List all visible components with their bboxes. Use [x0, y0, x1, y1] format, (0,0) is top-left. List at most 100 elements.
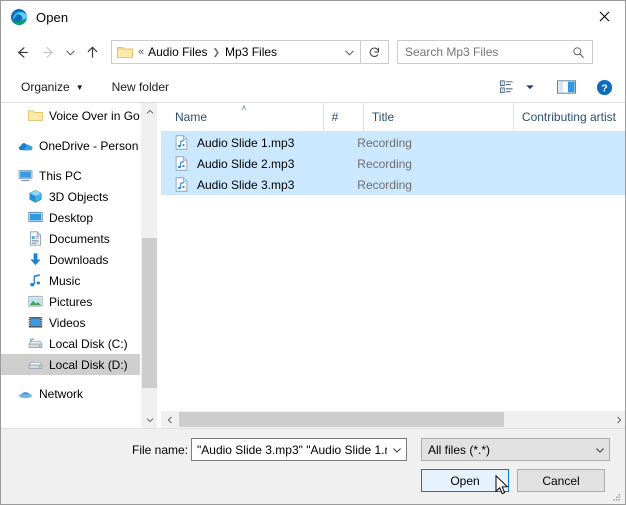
- sort-ascending-icon: ∧: [241, 103, 247, 112]
- command-bar: Organize ▼ New folder ?: [1, 71, 625, 103]
- scrollbar-left-arrow-icon[interactable]: [161, 411, 178, 428]
- scrollbar-thumb[interactable]: [179, 412, 504, 427]
- address-bar[interactable]: « Audio Files ❯ Mp3 Files: [111, 40, 361, 64]
- file-name-cell: Audio Slide 1.mp3: [197, 135, 295, 150]
- sidebar-item-onedrive[interactable]: OneDrive - Person: [1, 135, 140, 156]
- organize-button[interactable]: Organize ▼: [15, 76, 90, 98]
- sidebar-item-label: Documents: [49, 231, 110, 246]
- chevron-down-icon[interactable]: [590, 445, 609, 455]
- navigation-pane-scrollbar[interactable]: [140, 103, 157, 428]
- network-icon: [17, 386, 33, 402]
- file-name-combobox[interactable]: "Audio Slide 3.mp3" "Audio Slide 1.m: [191, 438, 407, 461]
- resize-grip-icon[interactable]: [611, 491, 621, 501]
- cancel-button[interactable]: Cancel: [517, 469, 605, 492]
- pictures-icon: [27, 294, 43, 310]
- sidebar-item-label: 3D Objects: [49, 189, 109, 204]
- sidebar-item-label: Videos: [49, 315, 86, 330]
- file-title-cell: Recording: [357, 156, 412, 171]
- help-icon[interactable]: ?: [591, 75, 617, 99]
- sidebar-item-label: OneDrive - Person: [39, 138, 139, 153]
- sidebar-item-label: This PC: [39, 168, 82, 183]
- sidebar-item-music[interactable]: Music: [1, 270, 140, 291]
- table-row[interactable]: Audio Slide 3.mp3 Recording: [161, 174, 625, 195]
- search-icon[interactable]: [572, 46, 585, 59]
- file-name-label: File name:: [132, 443, 189, 457]
- column-header-row: ∧ Name # Title Contributing artist: [161, 103, 625, 132]
- documents-icon: [27, 231, 43, 247]
- sidebar-item-videos[interactable]: Videos: [1, 312, 140, 333]
- organize-label: Organize: [21, 80, 70, 94]
- desktop-icon: [27, 210, 43, 226]
- svg-text:?: ?: [601, 83, 607, 94]
- column-header-label: Contributing artist: [521, 110, 616, 124]
- music-icon: [27, 273, 43, 289]
- sidebar-item-desktop[interactable]: Desktop: [1, 207, 140, 228]
- sidebar-item-local-disk-d[interactable]: Local Disk (D:): [1, 354, 140, 375]
- open-file-dialog: Open « Audio Files ❯ Mp3 Files Search Mp…: [0, 0, 626, 505]
- search-input[interactable]: Search Mp3 Files: [405, 45, 572, 59]
- up-arrow-icon[interactable]: [79, 39, 105, 65]
- sidebar-item-label: Voice Over in Go: [49, 108, 140, 123]
- search-box[interactable]: Search Mp3 Files: [397, 40, 593, 64]
- back-arrow-icon[interactable]: [9, 39, 35, 65]
- new-folder-button[interactable]: New folder: [106, 76, 175, 98]
- sidebar-item-label: Local Disk (D:): [49, 357, 128, 372]
- column-header-name[interactable]: ∧ Name: [161, 103, 323, 131]
- file-title-cell: Recording: [357, 135, 412, 150]
- file-type-combobox[interactable]: All files (*.*): [421, 438, 610, 461]
- table-row[interactable]: Audio Slide 1.mp3 Recording: [161, 132, 625, 153]
- downloads-icon: [27, 252, 43, 268]
- column-header-track-number[interactable]: #: [322, 103, 363, 131]
- scrollbar-right-arrow-icon[interactable]: [610, 411, 625, 428]
- title-bar: Open: [1, 1, 625, 33]
- preview-pane-icon[interactable]: [553, 75, 579, 99]
- scrollbar-up-arrow-icon[interactable]: [141, 103, 158, 120]
- chevron-down-icon[interactable]: [387, 445, 406, 455]
- sidebar-item-label: Pictures: [49, 294, 93, 309]
- cancel-button-label: Cancel: [542, 473, 580, 488]
- sidebar-item-network[interactable]: Network: [1, 383, 140, 404]
- view-options-icon[interactable]: [495, 75, 521, 99]
- breadcrumb-item-audio-files[interactable]: Audio Files: [144, 45, 211, 59]
- folder-icon: [27, 108, 43, 124]
- refresh-button[interactable]: [361, 40, 389, 64]
- open-button[interactable]: Open: [421, 469, 509, 492]
- navigation-pane: Voice Over in Go OneDrive - Person This …: [1, 103, 140, 428]
- recent-locations-chevron-icon[interactable]: [61, 39, 79, 65]
- navigation-bar: « Audio Files ❯ Mp3 Files Search Mp3 Fil…: [1, 33, 625, 71]
- sidebar-item-voice-over-in-go[interactable]: Voice Over in Go: [1, 105, 140, 126]
- dialog-body: Voice Over in Go OneDrive - Person This …: [1, 103, 625, 428]
- scrollbar-down-arrow-icon[interactable]: [141, 411, 158, 428]
- sidebar-item-this-pc[interactable]: This PC: [1, 165, 140, 186]
- sidebar-item-label: Music: [49, 273, 81, 288]
- view-options-dropdown-icon[interactable]: [521, 75, 539, 99]
- this-pc-icon: [17, 168, 33, 184]
- table-row[interactable]: Audio Slide 2.mp3 Recording: [161, 153, 625, 174]
- sidebar-item-3d-objects[interactable]: 3D Objects: [1, 186, 140, 207]
- sidebar-item-label: Desktop: [49, 210, 94, 225]
- file-name-input[interactable]: "Audio Slide 3.mp3" "Audio Slide 1.m: [197, 443, 387, 457]
- edge-logo-icon: [10, 8, 28, 26]
- scrollbar-thumb[interactable]: [142, 238, 157, 388]
- file-type-value: All files (*.*): [428, 442, 491, 457]
- folder-icon: [117, 45, 133, 59]
- sidebar-item-label: Downloads: [49, 252, 109, 267]
- file-list-horizontal-scrollbar[interactable]: [161, 411, 625, 428]
- column-header-label: #: [331, 110, 339, 124]
- address-dropdown-icon[interactable]: [338, 41, 360, 63]
- sidebar-item-downloads[interactable]: Downloads: [1, 249, 140, 270]
- close-button[interactable]: [581, 1, 625, 32]
- chevron-down-icon: ▼: [75, 82, 84, 92]
- sidebar-item-pictures[interactable]: Pictures: [1, 291, 140, 312]
- command-bar-right-group: ?: [495, 75, 617, 99]
- sidebar-item-documents[interactable]: Documents: [1, 228, 140, 249]
- forward-arrow-icon: [35, 39, 61, 65]
- sidebar-item-local-disk-c[interactable]: Local Disk (C:): [1, 333, 140, 354]
- column-header-title[interactable]: Title: [362, 103, 513, 131]
- breadcrumb-item-mp3-files[interactable]: Mp3 Files: [221, 45, 281, 59]
- local-disk-icon: [27, 357, 43, 373]
- sidebar-item-label: Local Disk (C:): [49, 336, 128, 351]
- column-header-contributing-artist[interactable]: Contributing artist: [512, 103, 625, 131]
- audio-file-icon: [175, 155, 191, 172]
- file-title-cell: Recording: [357, 177, 412, 192]
